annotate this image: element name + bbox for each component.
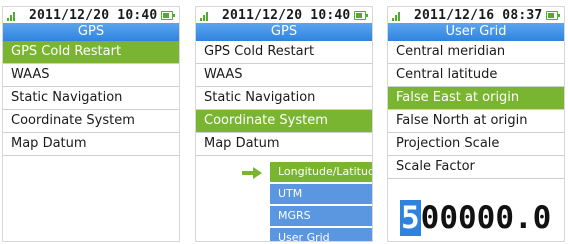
screen-gps-menu: 2011/12/20 10:40 GPS GPS Cold Restart WA… xyxy=(2,6,180,242)
menu-item-map-datum[interactable]: Map Datum xyxy=(196,133,372,156)
value-input[interactable]: 500000.0 xyxy=(400,199,551,237)
screen-coordinate-system: 2011/12/20 10:40 GPS GPS Cold Restart WA… xyxy=(195,6,373,242)
title-bar: GPS xyxy=(196,23,372,41)
user-grid-menu: Central meridian Central latitude False … xyxy=(388,41,564,179)
menu-item-map-datum[interactable]: Map Datum xyxy=(3,133,179,156)
menu-item-central-meridian[interactable]: Central meridian xyxy=(388,41,564,64)
coordinate-submenu: Longitude/Latitude UTM MGRS User Grid xyxy=(270,162,372,241)
battery-icon xyxy=(161,11,175,20)
menu-item-gps-cold-restart[interactable]: GPS Cold Restart xyxy=(3,41,179,64)
screen-user-grid: 2011/12/16 08:37 User Grid Central merid… xyxy=(387,6,565,242)
menu-item-central-latitude[interactable]: Central latitude xyxy=(388,64,564,87)
title-bar: User Grid xyxy=(388,23,564,41)
clock: 2011/12/20 10:40 xyxy=(29,8,158,23)
menu-item-waas[interactable]: WAAS xyxy=(196,64,372,87)
menu-item-scale-factor[interactable]: Scale Factor xyxy=(388,156,564,179)
signal-icon xyxy=(392,11,402,21)
menu-item-false-east[interactable]: False East at origin xyxy=(388,87,564,110)
submenu-item-mgrs[interactable]: MGRS xyxy=(270,206,372,228)
signal-icon xyxy=(7,11,17,21)
menu-item-coordinate-system[interactable]: Coordinate System xyxy=(3,110,179,133)
clock: 2011/12/20 10:40 xyxy=(222,8,351,23)
value-rest: 00000.0 xyxy=(420,200,552,236)
menu-item-gps-cold-restart[interactable]: GPS Cold Restart xyxy=(196,41,372,64)
cursor-digit[interactable]: 5 xyxy=(400,200,421,236)
gps-menu: GPS Cold Restart WAAS Static Navigation … xyxy=(3,41,179,156)
signal-icon xyxy=(200,11,210,21)
submenu-item-utm[interactable]: UTM xyxy=(270,184,372,206)
menu-item-waas[interactable]: WAAS xyxy=(3,64,179,87)
clock: 2011/12/16 08:37 xyxy=(414,8,543,23)
battery-icon xyxy=(354,11,368,20)
menu-item-static-navigation[interactable]: Static Navigation xyxy=(3,87,179,110)
arrow-right-icon xyxy=(242,167,262,179)
menu-item-false-north[interactable]: False North at origin xyxy=(388,110,564,133)
menu-item-static-navigation[interactable]: Static Navigation xyxy=(196,87,372,110)
menu-item-projection-scale[interactable]: Projection Scale xyxy=(388,133,564,156)
status-bar: 2011/12/20 10:40 xyxy=(3,7,179,23)
submenu-item-longitude-latitude[interactable]: Longitude/Latitude xyxy=(270,162,372,184)
battery-icon xyxy=(546,11,560,20)
title-bar: GPS xyxy=(3,23,179,41)
menu-item-coordinate-system[interactable]: Coordinate System xyxy=(196,110,372,133)
submenu-item-user-grid[interactable]: User Grid xyxy=(270,228,372,241)
status-bar: 2011/12/20 10:40 xyxy=(196,7,372,23)
gps-menu: GPS Cold Restart WAAS Static Navigation … xyxy=(196,41,372,156)
status-bar: 2011/12/16 08:37 xyxy=(388,7,564,23)
